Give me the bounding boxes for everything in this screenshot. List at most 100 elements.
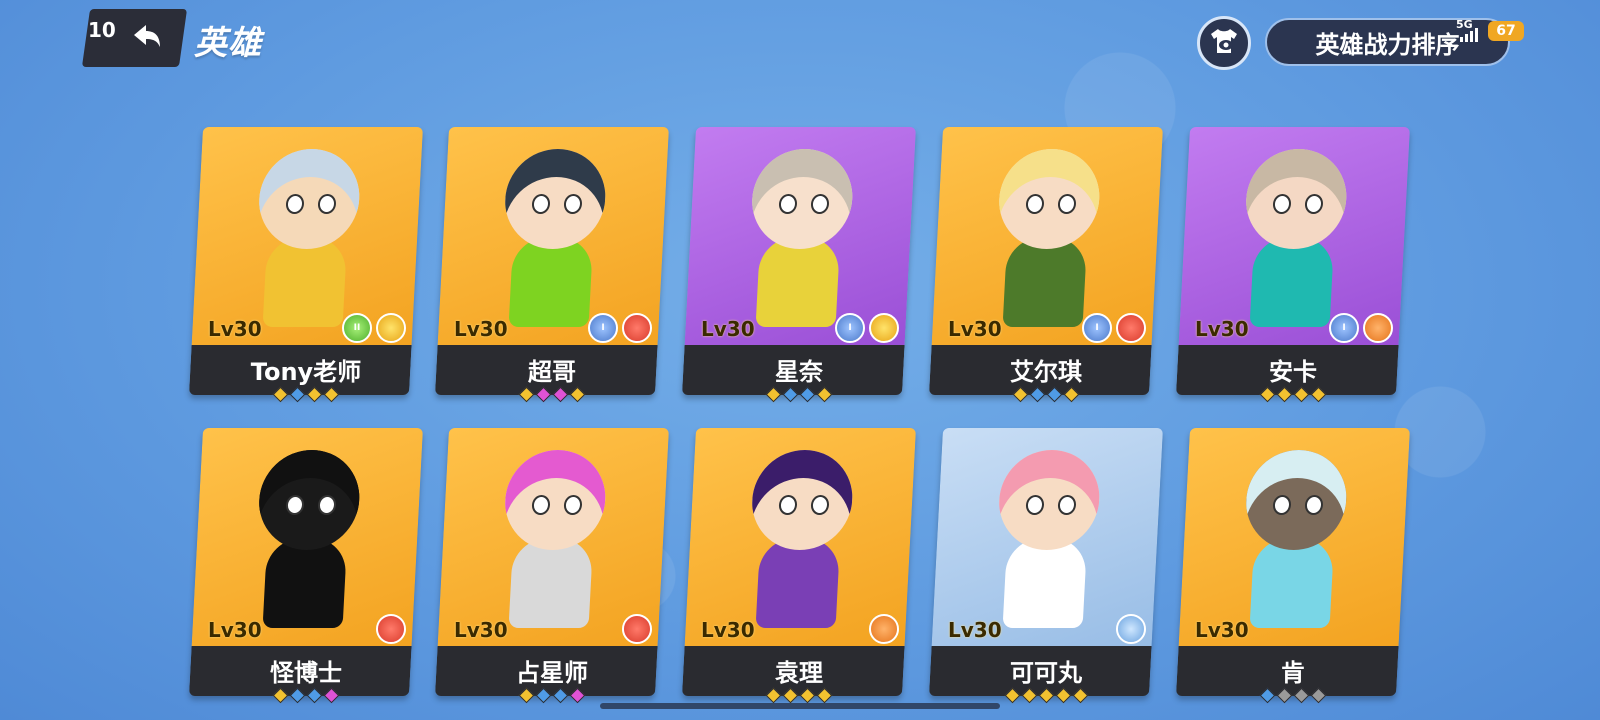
hero-card[interactable]: Lv30 I 超哥	[434, 127, 670, 403]
hero-name: Tony老师	[250, 358, 362, 386]
hero-name: 艾尔琪	[1010, 358, 1082, 386]
diamond-dot-icon	[518, 386, 535, 403]
diamond-dot-icon	[272, 386, 289, 403]
hero-level: Lv30	[1195, 317, 1249, 341]
hero-card[interactable]: Lv30 肯	[1175, 428, 1411, 704]
hero-level: Lv30	[208, 317, 262, 341]
diamond-dot-icon	[782, 687, 799, 704]
status-bar: 5G 67	[1452, 18, 1524, 42]
hero-figure	[978, 149, 1117, 327]
hero-level: Lv30	[948, 317, 1002, 341]
rank-medal-icon: I	[588, 313, 618, 343]
hero-name: 怪博士	[270, 659, 342, 687]
diamond-dot-icon	[1038, 687, 1054, 704]
hero-name: 星奈	[775, 358, 823, 386]
diamond-dot-icon	[799, 687, 816, 704]
diamond-dot-icon	[1072, 687, 1088, 704]
hero-card[interactable]: Lv30 I 安卡	[1175, 127, 1411, 403]
hero-card[interactable]: Lv30 占星师	[434, 428, 670, 704]
hero-card[interactable]: Lv30 袁理	[681, 428, 917, 704]
diamond-dot-icon	[1276, 687, 1293, 704]
rank-medal-icon: II	[342, 313, 372, 343]
mastery-badge-icon	[622, 313, 652, 343]
hero-card[interactable]: Lv30 I 星奈	[681, 127, 917, 403]
hero-name: 占星师	[516, 659, 588, 687]
hero-badges: I	[588, 313, 652, 343]
back-count: 10	[88, 18, 116, 42]
skin-view-button[interactable]	[1197, 16, 1251, 70]
hero-level: Lv30	[948, 618, 1002, 642]
hero-badges: I	[1329, 313, 1393, 343]
hero-badges	[869, 614, 899, 644]
back-arrow-icon	[128, 21, 168, 55]
rank-button-label: 英雄战力排序	[1315, 30, 1460, 59]
diamond-dot-icon	[535, 386, 552, 403]
diamond-dot-icon	[765, 386, 782, 403]
diamond-dot-icon	[289, 386, 306, 403]
hero-badges	[622, 614, 652, 644]
diamond-dot-icon	[1293, 386, 1310, 403]
hero-skill-dots	[689, 687, 909, 704]
hero-badges: I	[835, 313, 899, 343]
mastery-badge-icon	[869, 313, 899, 343]
hero-level: Lv30	[454, 618, 508, 642]
hero-figure	[1225, 149, 1364, 327]
hero-figure	[1225, 450, 1364, 628]
diamond-dot-icon	[1046, 386, 1063, 403]
diamond-dot-icon	[782, 386, 799, 403]
rank-medal-icon: I	[1082, 313, 1112, 343]
diamond-dot-icon	[816, 687, 833, 704]
hero-name: 超哥	[528, 358, 576, 386]
hero-skill-dots	[936, 386, 1156, 403]
network-label: 5G	[1456, 18, 1473, 31]
hero-level: Lv30	[208, 618, 262, 642]
hero-name: 肯	[1281, 659, 1305, 687]
diamond-dot-icon	[1004, 687, 1020, 704]
rank-medal-icon: I	[1329, 313, 1359, 343]
mastery-badge-icon	[869, 614, 899, 644]
diamond-dot-icon	[816, 386, 833, 403]
hero-skill-dots	[1183, 386, 1403, 403]
hero-figure	[731, 149, 870, 327]
hero-name: 可可丸	[1010, 659, 1082, 687]
hero-card[interactable]: Lv30 可可丸	[928, 428, 1164, 704]
mastery-badge-icon	[376, 614, 406, 644]
diamond-dot-icon	[569, 687, 586, 704]
diamond-dot-icon	[1055, 687, 1071, 704]
hero-skill-dots	[1183, 687, 1403, 704]
diamond-dot-icon	[569, 386, 586, 403]
mastery-badge-icon	[1363, 313, 1393, 343]
diamond-dot-icon	[1259, 386, 1276, 403]
diamond-dot-icon	[1012, 386, 1029, 403]
mastery-badge-icon	[1116, 614, 1146, 644]
page-title: 英雄	[194, 23, 262, 62]
battery-indicator: 67	[1488, 21, 1524, 41]
hero-skill-dots	[196, 386, 416, 403]
diamond-dot-icon	[552, 687, 569, 704]
hero-figure	[238, 149, 377, 327]
hero-figure	[484, 450, 623, 628]
hero-level: Lv30	[1195, 618, 1249, 642]
hero-card[interactable]: Lv30 II Tony老师	[188, 127, 424, 403]
diamond-dot-icon	[323, 386, 340, 403]
hero-figure	[238, 450, 377, 628]
diamond-dot-icon	[306, 687, 323, 704]
hero-badges	[376, 614, 406, 644]
mastery-badge-icon	[1116, 313, 1146, 343]
diamond-dot-icon	[1310, 687, 1327, 704]
diamond-dot-icon	[1293, 687, 1310, 704]
hero-card[interactable]: Lv30 怪博士	[188, 428, 424, 704]
hero-skill-dots	[442, 386, 662, 403]
hero-badges	[1116, 614, 1146, 644]
hero-level: Lv30	[701, 618, 755, 642]
hero-card[interactable]: Lv30 I 艾尔琪	[928, 127, 1164, 403]
home-indicator	[600, 703, 1000, 709]
hero-name: 安卡	[1269, 358, 1317, 386]
rank-medal-icon: I	[835, 313, 865, 343]
hero-badges: II	[342, 313, 406, 343]
hero-skill-dots	[689, 386, 909, 403]
mastery-badge-icon	[376, 313, 406, 343]
hero-portrait	[1178, 428, 1411, 646]
hero-name: 袁理	[775, 659, 823, 687]
shirt-eye-icon	[1209, 27, 1239, 59]
